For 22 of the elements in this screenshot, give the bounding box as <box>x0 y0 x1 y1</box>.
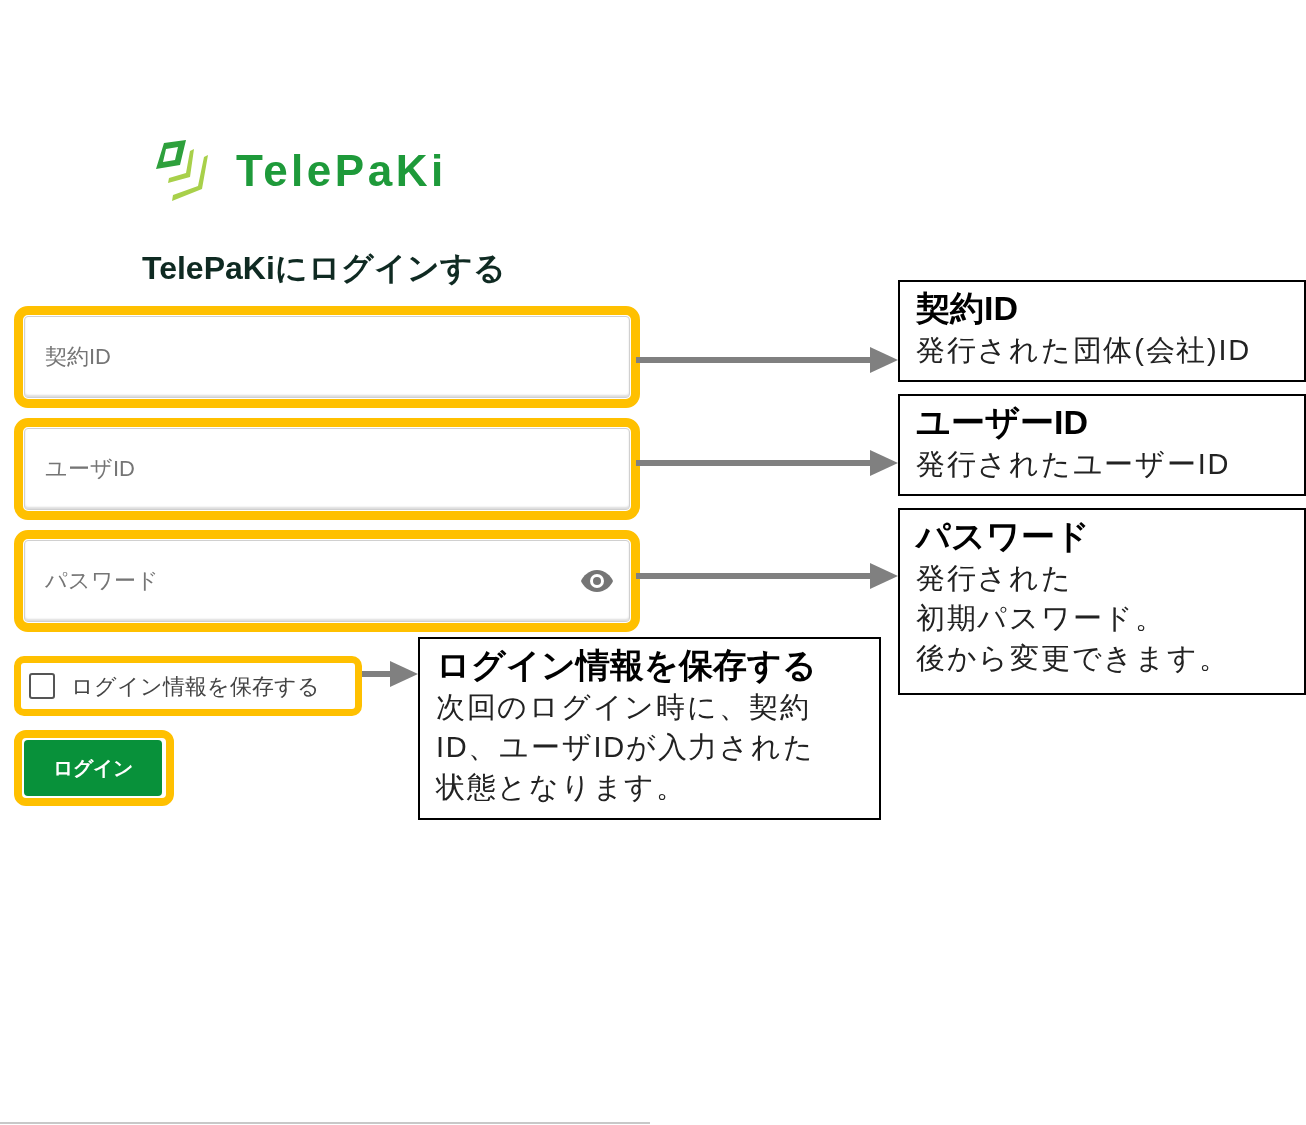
arrow <box>362 661 418 687</box>
input-field[interactable]: パスワード <box>24 540 630 622</box>
callout-text: 発行された団体(会社)ID <box>916 333 1252 368</box>
login-button[interactable]: ログイン <box>24 740 162 796</box>
callout-text: 状態となります。 <box>436 770 687 805</box>
callout-title: 契約ID <box>916 288 1019 329</box>
callout-title: ユーザーID <box>916 402 1089 443</box>
page-heading: TelePaKiにログインする <box>141 249 507 288</box>
checkbox[interactable] <box>29 673 55 699</box>
callout-title: ログイン情報を保存する <box>436 645 818 686</box>
input-field[interactable]: 契約ID <box>24 316 630 398</box>
callout-text: 発行された <box>916 561 1073 596</box>
callout-text: 次回のログイン時に、契約 <box>436 690 811 725</box>
callout-text: 初期パスワード。 <box>916 601 1166 636</box>
callout-text: 後から変更できます。 <box>916 641 1230 676</box>
callout-text: ID、ユーザIDが入力された <box>436 730 815 765</box>
logo-text: TelePaKi <box>236 145 447 197</box>
eye-icon[interactable] <box>580 569 614 593</box>
callout-text: 発行されたユーザーID <box>916 447 1232 482</box>
checkbox-label[interactable]: ログイン情報を保存する <box>71 669 320 703</box>
callout-title: パスワード <box>916 516 1091 557</box>
input-field[interactable]: ユーザID <box>24 428 630 510</box>
